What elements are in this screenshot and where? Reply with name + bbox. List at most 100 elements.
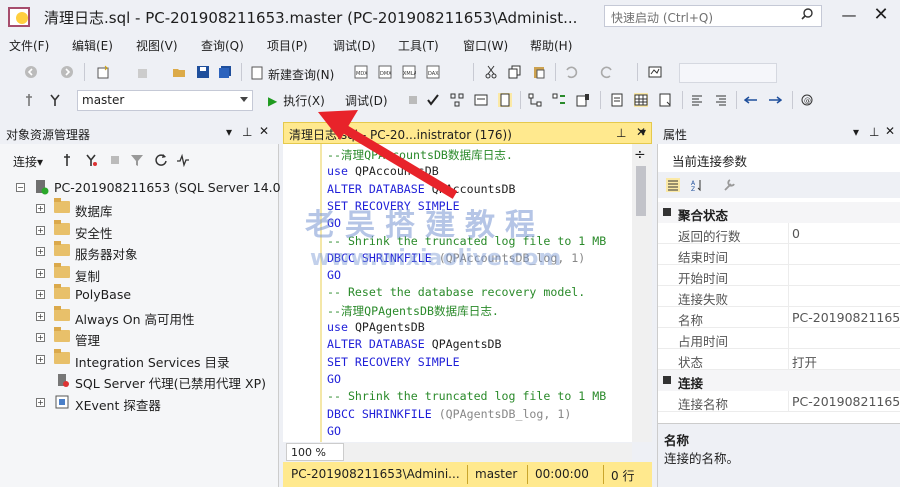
tree-node[interactable]: + Integration Services 目录 xyxy=(0,348,279,370)
code-line[interactable]: GO xyxy=(327,424,341,438)
zoom-select[interactable]: 100 % xyxy=(286,443,344,461)
horizontal-scrollbar[interactable] xyxy=(344,443,632,461)
specify-values-icon[interactable]: @ xyxy=(800,93,814,107)
forward-icon[interactable] xyxy=(60,65,74,79)
property-category[interactable]: 聚合状态 xyxy=(658,202,900,223)
live-stats-icon[interactable] xyxy=(552,93,566,107)
dax-query-icon[interactable]: DAX xyxy=(426,65,440,79)
expand-icon[interactable]: + xyxy=(36,225,45,235)
chevron-down-icon[interactable] xyxy=(240,97,248,102)
menu-file[interactable]: 文件(F) xyxy=(9,37,49,54)
expand-icon[interactable]: + xyxy=(36,204,45,213)
client-stats-icon[interactable] xyxy=(576,93,590,107)
pin-icon[interactable]: ⊥ xyxy=(616,126,626,140)
tree-node[interactable]: + 管理 xyxy=(0,327,279,348)
code-line[interactable]: -- Shrink the truncated log file to 1 MB xyxy=(327,389,606,403)
quick-launch-input[interactable]: 快速启动 (Ctrl+Q) xyxy=(604,5,822,27)
property-row[interactable]: 返回的行数 0 xyxy=(658,223,900,244)
parse-check-icon[interactable] xyxy=(426,93,440,107)
open-folder-icon[interactable] xyxy=(172,65,186,79)
copy-icon[interactable] xyxy=(508,65,522,79)
expand-icon[interactable]: + xyxy=(36,290,45,299)
editor-tab[interactable]: 清理日志.sql - PC-20...inistrator (176)) ⊥ ✕ xyxy=(283,122,652,144)
tab-list-icon[interactable]: ▾ xyxy=(634,122,652,144)
code-line[interactable]: -- Reset the database recovery model. xyxy=(327,285,585,299)
results-grid-icon[interactable] xyxy=(634,93,648,107)
undo-icon[interactable] xyxy=(564,65,578,79)
menu-project[interactable]: 项目(P) xyxy=(267,37,308,54)
pane-close-icon[interactable]: ✕ xyxy=(885,124,895,138)
collapse-icon[interactable] xyxy=(663,376,671,384)
property-row[interactable]: 状态 打开 xyxy=(658,349,900,370)
tree-node[interactable]: SQL Server 代理(已禁用代理 XP) xyxy=(0,370,279,391)
xmla-query-icon[interactable]: XMLA xyxy=(402,65,416,79)
code-line[interactable]: SET RECOVERY SIMPLE xyxy=(327,199,460,213)
tree-server-node[interactable]: − PC-201908211653 (SQL Server 14.0 xyxy=(0,177,281,198)
pin-icon[interactable]: ⊥ xyxy=(242,125,252,139)
increase-indent-icon[interactable] xyxy=(768,93,782,107)
property-pages-icon[interactable] xyxy=(722,178,736,192)
pane-menu-icon[interactable]: ▾ xyxy=(226,125,232,139)
property-row[interactable]: 结束时间 xyxy=(658,244,900,265)
property-row[interactable]: 占用时间 xyxy=(658,328,900,349)
decrease-indent-icon[interactable] xyxy=(744,93,758,107)
redo-icon[interactable] xyxy=(600,65,614,79)
menu-debug[interactable]: 调试(D) xyxy=(333,37,376,54)
minimize-button[interactable]: — xyxy=(838,6,860,24)
menu-tools[interactable]: 工具(T) xyxy=(398,37,439,54)
tree-node[interactable]: + Always On 高可用性 xyxy=(0,305,279,327)
execute-button[interactable]: ▶ 执行(X) xyxy=(268,92,325,109)
debug-button[interactable]: 调试(D) xyxy=(345,92,388,109)
expand-icon[interactable]: + xyxy=(36,268,45,278)
change-connection-icon[interactable] xyxy=(48,93,62,107)
expand-icon[interactable]: + xyxy=(36,247,45,256)
code-line[interactable]: SET RECOVERY SIMPLE xyxy=(327,355,460,369)
expand-icon[interactable]: + xyxy=(36,333,45,342)
alphabetical-icon[interactable]: AZ xyxy=(690,178,704,192)
comment-icon[interactable] xyxy=(690,93,704,107)
connect-icon[interactable] xyxy=(22,93,36,107)
expand-icon[interactable]: + xyxy=(36,397,45,407)
code-line[interactable]: ALTER DATABASE QPAgentsDB xyxy=(327,337,502,351)
tree-node[interactable]: + XEvent 探查器 xyxy=(0,392,279,413)
property-row[interactable]: 名称 PC-201908211653 xyxy=(658,307,900,328)
filter-icon[interactable] xyxy=(130,153,144,167)
search-icon[interactable] xyxy=(801,8,813,20)
refresh-icon[interactable] xyxy=(154,153,168,167)
connect-dropdown[interactable]: 连接▾ xyxy=(13,153,43,170)
code-line[interactable]: DBCC SHRINKFILE (QPAgentsDB_log, 1) xyxy=(327,407,571,421)
split-icon[interactable]: ÷ xyxy=(634,147,646,163)
pane-close-icon[interactable]: ✕ xyxy=(259,124,269,138)
actual-plan-icon[interactable] xyxy=(528,93,542,107)
menu-edit[interactable]: 编辑(E) xyxy=(72,37,113,54)
uncomment-icon[interactable] xyxy=(714,93,728,107)
code-line[interactable]: ALTER DATABASE QPAccountsDB xyxy=(327,182,515,196)
menu-window[interactable]: 窗口(W) xyxy=(463,37,508,54)
categorized-icon[interactable] xyxy=(666,178,680,192)
results-file-icon[interactable] xyxy=(658,93,672,107)
code-area[interactable]: --清理QPAccountsDB数据库日志. use QPAccountsDB AL… xyxy=(283,144,632,442)
code-line[interactable]: --清理QPAgentsDB数据库日志. xyxy=(327,303,499,319)
tree-node[interactable]: + 复制 xyxy=(0,262,279,284)
dmx-query-icon[interactable]: DMX xyxy=(378,65,392,79)
collapse-icon[interactable] xyxy=(663,208,671,216)
pin-icon[interactable]: ⊥ xyxy=(869,125,879,139)
database-select[interactable]: master xyxy=(77,90,253,111)
save-icon[interactable] xyxy=(196,65,210,79)
property-row[interactable]: 连接名称 PC-201908211653 xyxy=(658,391,900,412)
menu-query[interactable]: 查询(Q) xyxy=(201,37,244,54)
activity-monitor-icon[interactable] xyxy=(648,65,662,79)
close-button[interactable]: ✕ xyxy=(870,4,892,25)
code-line[interactable]: GO xyxy=(327,216,341,230)
activity-icon[interactable] xyxy=(176,153,190,167)
code-line[interactable]: GO xyxy=(327,268,341,282)
cut-icon[interactable] xyxy=(484,65,498,79)
code-line[interactable]: GO xyxy=(327,372,341,386)
add-item-icon[interactable] xyxy=(136,65,150,79)
pane-menu-icon[interactable]: ▾ xyxy=(853,125,859,139)
code-line[interactable]: DBCC SHRINKFILE (QPAccountsDB_log, 1) xyxy=(327,251,585,265)
intellisense-icon[interactable] xyxy=(498,93,512,107)
expand-icon[interactable]: + xyxy=(36,354,45,364)
results-text-icon[interactable] xyxy=(610,93,624,107)
stop-icon[interactable] xyxy=(406,93,420,107)
